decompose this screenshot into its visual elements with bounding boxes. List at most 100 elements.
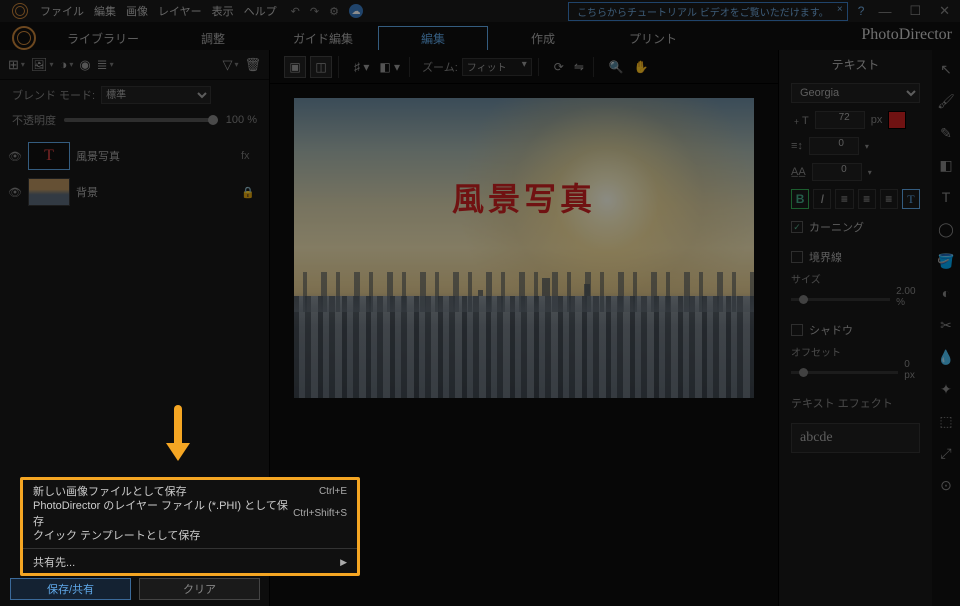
add-image-icon[interactable]: 🖼: [31, 57, 54, 73]
annotation-arrow: [162, 405, 194, 465]
tab-library[interactable]: ライブラリー: [48, 26, 158, 50]
font-color-swatch[interactable]: [888, 111, 906, 129]
fx-icon[interactable]: fx: [241, 150, 261, 162]
redo-icon[interactable]: ↷: [310, 5, 319, 18]
selection-tool-icon[interactable]: ⬚: [939, 412, 952, 430]
view-single-icon[interactable]: ◫: [310, 56, 332, 78]
mask-icon[interactable]: ◑: [59, 57, 73, 72]
align-center-button[interactable]: ≡: [858, 189, 876, 209]
rotate-icon[interactable]: ⟳: [551, 57, 567, 77]
align-right-button[interactable]: ≡: [880, 189, 898, 209]
visibility-icon[interactable]: 👁: [8, 150, 22, 163]
menu-share-to[interactable]: 共有先...: [23, 551, 357, 573]
menu-edit[interactable]: 編集: [94, 3, 116, 19]
shadow-checkbox[interactable]: [791, 324, 803, 336]
save-share-button[interactable]: 保存/共有: [10, 578, 131, 600]
snap-icon[interactable]: ◧ ▾: [376, 57, 403, 77]
fill-tool-icon[interactable]: 🪣: [937, 252, 954, 270]
menu-shortcut: Ctrl+E: [319, 486, 347, 497]
tracking-icon: A̲A̲: [791, 166, 806, 178]
more-icon[interactable]: ≣: [97, 57, 114, 73]
border-size-value: 2.00 %: [896, 286, 920, 308]
border-checkbox[interactable]: [791, 251, 803, 263]
clear-button[interactable]: クリア: [139, 578, 260, 600]
settings-icon[interactable]: ⚙: [329, 5, 339, 18]
tracking-input[interactable]: 0: [812, 163, 862, 181]
move-tool-icon[interactable]: ↖: [940, 60, 952, 78]
layer-row[interactable]: 👁 背景 🔒: [8, 176, 261, 208]
blend-mode-select[interactable]: 標準: [101, 86, 211, 104]
help-icon[interactable]: ?: [858, 4, 865, 18]
pen-tool-icon[interactable]: ✎: [940, 124, 952, 142]
tab-adjust[interactable]: 調整: [158, 26, 268, 50]
align-left-button[interactable]: ≡: [835, 189, 853, 209]
close-icon[interactable]: ×: [837, 4, 843, 15]
menu-file[interactable]: ファイル: [40, 3, 84, 19]
kerning-label: カーニング: [809, 219, 864, 235]
layer-row[interactable]: 👁 T 風景写真 fx: [8, 140, 261, 172]
menu-image[interactable]: 画像: [126, 3, 148, 19]
layer-thumbnail: [28, 178, 70, 206]
menu-bar: ファイル 編集 画像 レイヤー 表示 ヘルプ: [40, 3, 277, 19]
tab-edit[interactable]: 編集: [378, 26, 488, 50]
text-effect-preview[interactable]: abcde: [791, 423, 920, 453]
font-family-select[interactable]: Georgia: [791, 83, 920, 103]
minimize-button[interactable]: —: [874, 4, 895, 19]
layers-toolbar: ⊞ 🖼 ◑ ◉ ≣ ▽ 🗑: [0, 50, 269, 80]
save-share-menu: 新しい画像ファイルとして保存 Ctrl+E PhotoDirector のレイヤ…: [20, 477, 360, 576]
offset-slider[interactable]: [791, 371, 898, 374]
gradient-tool-icon[interactable]: ◐: [942, 284, 950, 302]
kerning-checkbox[interactable]: ✓: [791, 221, 803, 233]
cloud-icon[interactable]: ☁: [349, 4, 363, 18]
tab-create[interactable]: 作成: [488, 26, 598, 50]
undo-icon[interactable]: ↶: [291, 5, 300, 18]
opacity-slider[interactable]: [64, 118, 218, 122]
blur-tool-icon[interactable]: 💧: [937, 348, 954, 366]
text-tool-icon[interactable]: T: [942, 188, 951, 206]
visibility-icon[interactable]: 👁: [8, 186, 22, 199]
trash-icon[interactable]: 🗑: [244, 57, 261, 73]
menu-help[interactable]: ヘルプ: [244, 3, 277, 19]
tutorial-banner[interactable]: こちらからチュートリアル ビデオをご覧いただけます。 ×: [568, 2, 848, 21]
shape-tool-icon[interactable]: ◯: [938, 220, 954, 238]
pan-tool-icon[interactable]: ✋: [631, 57, 652, 77]
view-original-icon[interactable]: ▣: [284, 56, 306, 78]
canvas-text-layer[interactable]: 風景写真: [294, 174, 754, 220]
eyedropper-tool-icon[interactable]: ⤢: [940, 444, 951, 462]
close-button[interactable]: ✕: [935, 3, 954, 19]
text-panel: テキスト Georgia ﹢T 72 px ≡↕ 0 ▾ A̲A̲ 0 ▾: [778, 50, 960, 606]
layer-name: 風景写真: [76, 148, 235, 164]
menu-layer[interactable]: レイヤー: [158, 3, 202, 19]
leading-input[interactable]: 0: [809, 137, 859, 155]
mode-tabs: ライブラリー 調整 ガイド編集 編集 作成 プリント PhotoDirector: [0, 22, 960, 50]
zoom-tool-icon[interactable]: 🔍: [606, 57, 627, 77]
crop-tool-icon[interactable]: ✂: [940, 316, 952, 334]
lock-icon: 🔒: [241, 186, 261, 199]
add-layer-icon[interactable]: ⊞: [8, 57, 25, 73]
menu-save-quick-template[interactable]: クイック テンプレートとして保存: [23, 524, 357, 546]
clone-tool-icon[interactable]: ⊙: [940, 476, 952, 494]
menu-view[interactable]: 表示: [212, 3, 234, 19]
menu-save-phi[interactable]: PhotoDirector のレイヤー ファイル (*.PHI) として保存 C…: [23, 502, 357, 524]
blend-mode-label: ブレンド モード:: [12, 87, 95, 103]
eraser-tool-icon[interactable]: ◧: [939, 156, 952, 174]
grid-icon[interactable]: ♯ ▾: [351, 57, 372, 77]
maximize-button[interactable]: ☐: [905, 3, 925, 19]
text-tool-button[interactable]: T: [902, 189, 920, 209]
brush-tool-icon[interactable]: 🖌: [937, 92, 955, 110]
panel-title: テキスト: [779, 56, 932, 79]
border-size-slider[interactable]: [791, 298, 890, 301]
canvas[interactable]: 風景写真: [294, 98, 754, 398]
title-bar: ファイル 編集 画像 レイヤー 表示 ヘルプ ↶ ↷ ⚙ ☁ こちらからチュート…: [0, 0, 960, 22]
tab-print[interactable]: プリント: [598, 26, 708, 50]
font-size-input[interactable]: 72: [815, 111, 865, 129]
italic-button[interactable]: I: [813, 189, 831, 209]
filter-icon[interactable]: ▽: [222, 57, 238, 73]
zoom-label: ズーム:: [422, 59, 458, 75]
bold-button[interactable]: B: [791, 189, 809, 209]
zoom-select[interactable]: フィット ▾: [462, 58, 532, 76]
tab-guided[interactable]: ガイド編集: [268, 26, 378, 50]
effects-tool-icon[interactable]: ✦: [940, 380, 952, 398]
flip-icon[interactable]: ⇋: [571, 57, 587, 77]
adjustment-icon[interactable]: ◉: [79, 57, 90, 73]
